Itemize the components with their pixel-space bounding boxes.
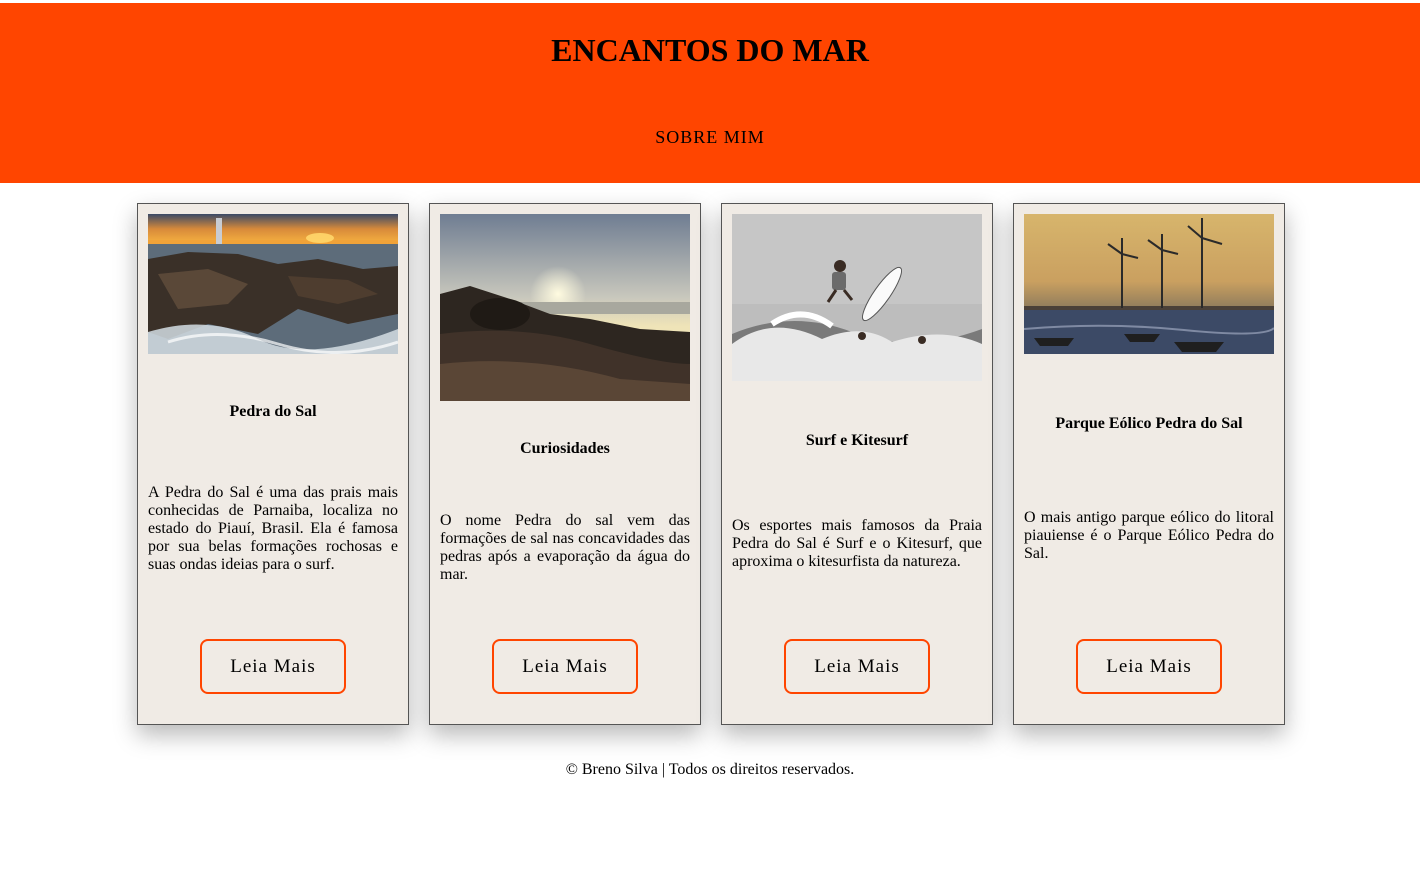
card-title: Surf e Kitesurf — [805, 432, 909, 449]
card-surf-kitesurf: Surf e Kitesurf Os esportes mais famosos… — [721, 203, 993, 725]
card-text: O mais antigo parque eólico do litoral p… — [1024, 509, 1274, 562]
card-text: A Pedra do Sal é uma das prais mais conh… — [148, 484, 398, 573]
site-title: ENCANTOS DO MAR — [551, 32, 869, 68]
site-footer: © Breno Silva | Todos os direitos reserv… — [565, 761, 855, 778]
card-text: O nome Pedra do sal vem das formações de… — [440, 512, 690, 583]
card-image-surfer — [732, 214, 982, 381]
read-more-button[interactable]: Leia Mais — [200, 639, 346, 694]
card-title: Curiosidades — [520, 440, 610, 457]
card-curiosidades: Curiosidades O nome Pedra do sal vem das… — [429, 203, 701, 725]
read-more-button[interactable]: Leia Mais — [1076, 639, 1222, 694]
read-more-button[interactable]: Leia Mais — [784, 639, 930, 694]
card-pedra-do-sal: Pedra do Sal A Pedra do Sal é uma das pr… — [137, 203, 409, 725]
card-parque-eolico: Parque Eólico Pedra do Sal O mais antigo… — [1013, 203, 1285, 725]
card-image-rocks-lighthouse — [148, 214, 398, 354]
read-more-button[interactable]: Leia Mais — [492, 639, 638, 694]
site-header: ENCANTOS DO MAR SOBRE MIM — [0, 3, 1420, 183]
card-title: Pedra do Sal — [229, 403, 317, 420]
nav-link-about[interactable]: SOBRE MIM — [0, 125, 1420, 149]
card-text: Os esportes mais famosos da Praia Pedra … — [732, 517, 982, 570]
card-title: Parque Eólico Pedra do Sal — [1055, 415, 1243, 432]
card-image-sunset-rocks — [440, 214, 690, 401]
card-image-wind-turbines — [1024, 214, 1274, 354]
